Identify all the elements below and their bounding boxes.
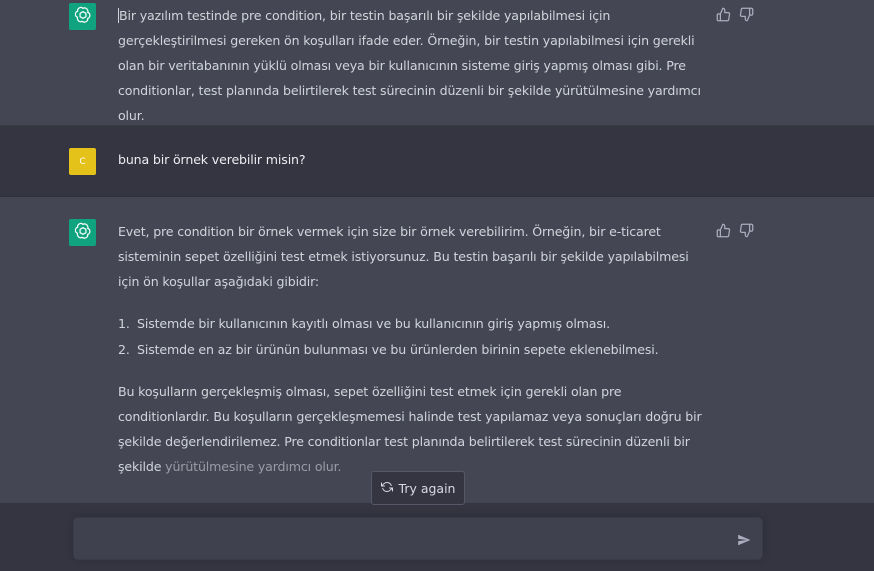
list-item-number: 1. <box>118 316 130 331</box>
message-paragraph: buna bir örnek verebilir misin? <box>118 152 306 167</box>
try-again-label: Try again <box>398 480 456 496</box>
chatgpt-avatar <box>69 3 96 30</box>
openai-logo-icon <box>74 6 92 28</box>
send-icon[interactable] <box>737 532 751 551</box>
thumbs-down-icon[interactable] <box>739 223 754 238</box>
feedback-actions <box>716 223 754 238</box>
message-paragraph: Bir yazılım testinde pre condition, bir … <box>118 8 701 123</box>
list-item-text: Sistemde en az bir ürünün bulunması ve b… <box>137 342 659 357</box>
assistant-message-2: Evet, pre condition bir örnek vermek içi… <box>0 197 874 503</box>
assistant-message-text: Evet, pre condition bir örnek vermek içi… <box>118 219 708 479</box>
user-message: C buna bir örnek verebilir misin? <box>0 126 874 197</box>
thumbs-up-icon[interactable] <box>716 7 731 22</box>
assistant-message-1: Bir yazılım testinde pre condition, bir … <box>0 0 874 126</box>
list-item: 1. Sistemde bir kullanıcının kayıtlı olm… <box>118 311 708 337</box>
user-avatar-letter: C <box>79 156 86 167</box>
message-intro: Evet, pre condition bir örnek vermek içi… <box>118 224 689 289</box>
user-avatar: C <box>69 148 96 175</box>
list-item-text: Sistemde bir kullanıcının kayıtlı olması… <box>137 316 610 331</box>
try-again-button[interactable]: Try again <box>371 471 465 505</box>
feedback-actions <box>716 7 754 22</box>
list-item: 2. Sistemde en az bir ürünün bulunması v… <box>118 337 708 363</box>
assistant-message-text: Bir yazılım testinde pre condition, bir … <box>118 3 708 128</box>
user-message-text: buna bir örnek verebilir misin? <box>118 147 708 172</box>
precondition-list: 1. Sistemde bir kullanıcının kayıtlı olm… <box>118 311 708 363</box>
thumbs-down-icon[interactable] <box>739 7 754 22</box>
chatgpt-avatar <box>69 219 96 246</box>
outro-faded-text: yürütülmesine yardımcı olur. <box>165 459 342 474</box>
refresh-icon <box>380 481 393 496</box>
openai-logo-icon <box>74 222 92 244</box>
message-input[interactable] <box>73 517 763 560</box>
list-item-number: 2. <box>118 342 130 357</box>
thumbs-up-icon[interactable] <box>716 223 731 238</box>
message-outro: Bu koşulların gerçekleşmiş olması, sepet… <box>118 379 708 479</box>
